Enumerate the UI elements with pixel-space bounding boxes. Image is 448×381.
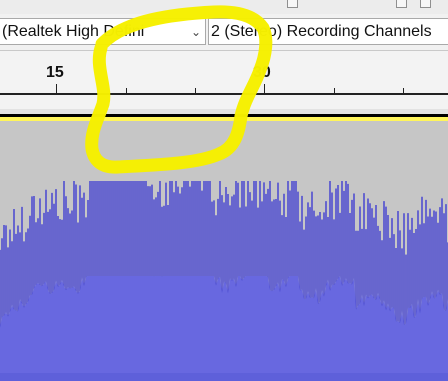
waveform-display[interactable] [0,121,448,381]
timeline-label-15: 15 [46,64,64,81]
timeline-baseline [0,93,448,95]
timeline-ruler[interactable]: 15 30 [0,51,448,109]
device-toolbar: (Realtek High Defini ⌄ 2 (Stereo) Record… [0,14,448,51]
toolbar-button-remnant[interactable] [396,0,407,8]
recording-device-select[interactable]: (Realtek High Defini ⌄ [0,18,206,45]
waveform-lower-band [0,373,448,381]
recording-device-value: (Realtek High Defini [2,22,145,40]
chevron-down-icon[interactable]: ⌄ [187,25,205,39]
top-toolbar-strip [0,0,448,14]
toolbar-button-remnant[interactable] [420,0,431,8]
recording-channels-value: 2 (Stereo) Recording Channels [211,22,432,40]
toolbar-button-remnant[interactable] [287,0,298,8]
recording-channels-select[interactable]: 2 (Stereo) Recording Channels [208,18,448,45]
timeline-label-30: 30 [253,64,271,81]
